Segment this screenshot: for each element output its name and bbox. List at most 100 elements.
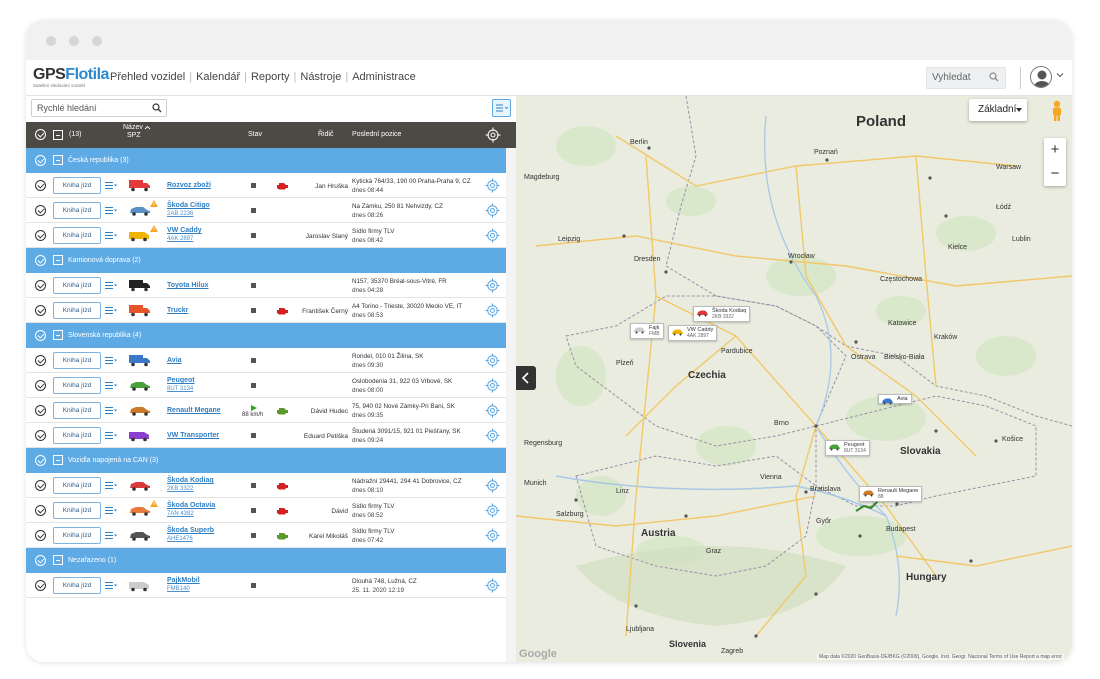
locate-vehicle-icon[interactable] (485, 203, 500, 218)
kniha-jizd-button[interactable]: Kniha jízd (53, 302, 101, 319)
kniha-jizd-button[interactable]: Kniha jízd (53, 227, 101, 244)
map-vehicle-marker[interactable]: Renault Megane 88 (859, 486, 923, 502)
vehicle-name-link[interactable]: Peugeot (167, 377, 195, 384)
group-collapse-button[interactable] (53, 455, 63, 465)
row-checkbox[interactable] (35, 430, 46, 441)
kniha-jizd-button[interactable]: Kniha jízd (53, 277, 101, 294)
group-checkbox[interactable] (35, 155, 46, 166)
kniha-jizd-button[interactable]: Kniha jízd (53, 477, 101, 494)
vehicle-name-link[interactable]: VW Transporter (167, 432, 219, 439)
locate-vehicle-icon[interactable] (485, 178, 500, 193)
group-collapse-button[interactable] (53, 155, 63, 165)
nav-item-reporty[interactable]: Reporty (247, 71, 294, 83)
kniha-jizd-button[interactable]: Kniha jízd (53, 577, 101, 594)
group-header[interactable]: Vozidla napojená na CAN (3) (26, 448, 506, 473)
table-row[interactable]: Kniha jízd VW Caddy 4AK 2897 Jaroslav Slan… (26, 223, 506, 248)
nav-item-administrace[interactable]: Administrace (348, 71, 420, 83)
vehicle-spz-link[interactable]: 2AB 2236 (167, 211, 193, 217)
vehicle-spz-link[interactable]: 7AN 4382 (167, 511, 194, 517)
row-menu-icon[interactable] (105, 431, 117, 440)
row-menu-icon[interactable] (105, 306, 117, 315)
group-checkbox[interactable] (35, 255, 46, 266)
vehicle-name-link[interactable]: Renault Megane (167, 407, 221, 414)
quick-search-input[interactable]: Rychlé hledání (31, 99, 167, 117)
vehicle-name-link[interactable]: Rozvoz zboží (167, 182, 211, 189)
group-header[interactable]: Nezařazeno (1) (26, 548, 506, 573)
row-menu-icon[interactable] (105, 581, 117, 590)
map-vehicle-marker[interactable]: Škoda Kodiaq 2KB 3322 (693, 306, 751, 322)
row-checkbox[interactable] (35, 480, 46, 491)
row-menu-icon[interactable] (105, 281, 117, 290)
row-checkbox[interactable] (35, 355, 46, 366)
table-row[interactable]: Kniha jízd Truckr František Černý A4 Tori… (26, 298, 506, 323)
user-avatar[interactable] (1030, 66, 1052, 88)
vehicle-name-link[interactable]: Toyota Hilux (167, 282, 208, 289)
group-header[interactable]: Slovenská republika (4) (26, 323, 506, 348)
app-logo[interactable]: GPSFlotila Satelitní sledování vozidel (33, 67, 109, 91)
kniha-jizd-button[interactable]: Kniha jízd (53, 352, 101, 369)
locate-vehicle-icon[interactable] (485, 353, 500, 368)
scrollbar[interactable] (506, 148, 516, 662)
vehicle-spz-link[interactable]: 2KB 3322 (167, 486, 193, 492)
map-vehicle-marker[interactable]: VW Caddy 4AK 2897 (668, 325, 718, 341)
nav-item-nastroje[interactable]: Nástroje (296, 71, 345, 83)
table-row[interactable]: Kniha jízd Rozvoz zboží Jan Hruška Kytick… (26, 173, 506, 198)
row-checkbox[interactable] (35, 580, 46, 591)
table-row[interactable]: Kniha jízd Škoda Superb AHE1476 Karel Miko… (26, 523, 506, 548)
map-vehicle-marker[interactable]: Avia (878, 394, 912, 405)
row-menu-icon[interactable] (105, 481, 117, 490)
vehicle-name-link[interactable]: Truckr (167, 307, 188, 314)
group-header[interactable]: Česká republika (3) (26, 148, 506, 173)
group-header[interactable]: Kamionová doprava (2) (26, 248, 506, 273)
map-vehicle-marker[interactable]: Fajk FMB (630, 323, 664, 339)
table-row[interactable]: Kniha jízd VW Transporter Eduard Petiška … (26, 423, 506, 448)
table-row[interactable]: Kniha jízd Škoda Citigo 2AB 2236 Na Zámku… (26, 198, 506, 223)
locate-vehicle-icon[interactable] (485, 528, 500, 543)
kniha-jizd-button[interactable]: Kniha jízd (53, 377, 101, 394)
pegman-icon[interactable] (1048, 100, 1066, 122)
kniha-jizd-button[interactable]: Kniha jízd (53, 202, 101, 219)
map-type-selector[interactable]: Základní (969, 99, 1027, 121)
vehicle-spz-link[interactable]: 8UT 3134 (167, 386, 193, 392)
row-menu-icon[interactable] (105, 231, 117, 240)
group-checkbox[interactable] (35, 455, 46, 466)
vehicle-name-link[interactable]: Avia (167, 357, 182, 364)
group-collapse-button[interactable] (53, 330, 63, 340)
search-input[interactable]: Vyhledat (926, 67, 1006, 89)
group-checkbox[interactable] (35, 330, 46, 341)
column-name[interactable]: Název (123, 124, 143, 131)
row-menu-icon[interactable] (105, 181, 117, 190)
map-view[interactable]: Základní + − Poland Czechia Slovakia Austri… (516, 96, 1072, 662)
nav-item-prehled[interactable]: Přehled vozidel (106, 71, 189, 83)
table-row[interactable]: Kniha jízd PajkMobil FMB140 Dlouhá 748, L… (26, 573, 506, 598)
row-checkbox[interactable] (35, 280, 46, 291)
kniha-jizd-button[interactable]: Kniha jízd (53, 527, 101, 544)
kniha-jizd-button[interactable]: Kniha jízd (53, 402, 101, 419)
chevron-down-icon[interactable] (1056, 71, 1064, 79)
table-row[interactable]: Kniha jízd Škoda Octavia 7AN 4382 Dávid Sí… (26, 498, 506, 523)
row-menu-icon[interactable] (105, 531, 117, 540)
table-row[interactable]: Kniha jízd Škoda Kodiaq 2KB 3322 Nádražní… (26, 473, 506, 498)
vehicle-name-link[interactable]: Škoda Octavia (167, 502, 215, 509)
row-checkbox[interactable] (35, 505, 46, 516)
list-options-button[interactable] (492, 99, 511, 117)
collapse-panel-button[interactable] (516, 366, 536, 390)
row-checkbox[interactable] (35, 405, 46, 416)
group-collapse-button[interactable] (53, 555, 63, 565)
vehicle-spz-link[interactable]: FMB140 (167, 586, 190, 592)
vehicle-spz-link[interactable]: AHE1476 (167, 536, 193, 542)
map-credits[interactable]: Map data ©2020 GeoBasis-DE/BKG (©2009), … (817, 654, 1064, 660)
group-checkbox[interactable] (35, 555, 46, 566)
locate-vehicle-icon[interactable] (485, 578, 500, 593)
row-checkbox[interactable] (35, 205, 46, 216)
kniha-jizd-button[interactable]: Kniha jízd (53, 502, 101, 519)
row-menu-icon[interactable] (105, 506, 117, 515)
locate-vehicle-icon[interactable] (485, 478, 500, 493)
locate-vehicle-icon[interactable] (485, 278, 500, 293)
table-row[interactable]: Kniha jízd Toyota Hilux N157, 35370 Bréa… (26, 273, 506, 298)
row-checkbox[interactable] (35, 230, 46, 241)
table-row[interactable]: Kniha jízd Avia Rondel, 010 01 Žilina, S… (26, 348, 506, 373)
group-collapse-button[interactable] (53, 255, 63, 265)
select-all-checkbox[interactable] (35, 129, 46, 140)
row-checkbox[interactable] (35, 380, 46, 391)
